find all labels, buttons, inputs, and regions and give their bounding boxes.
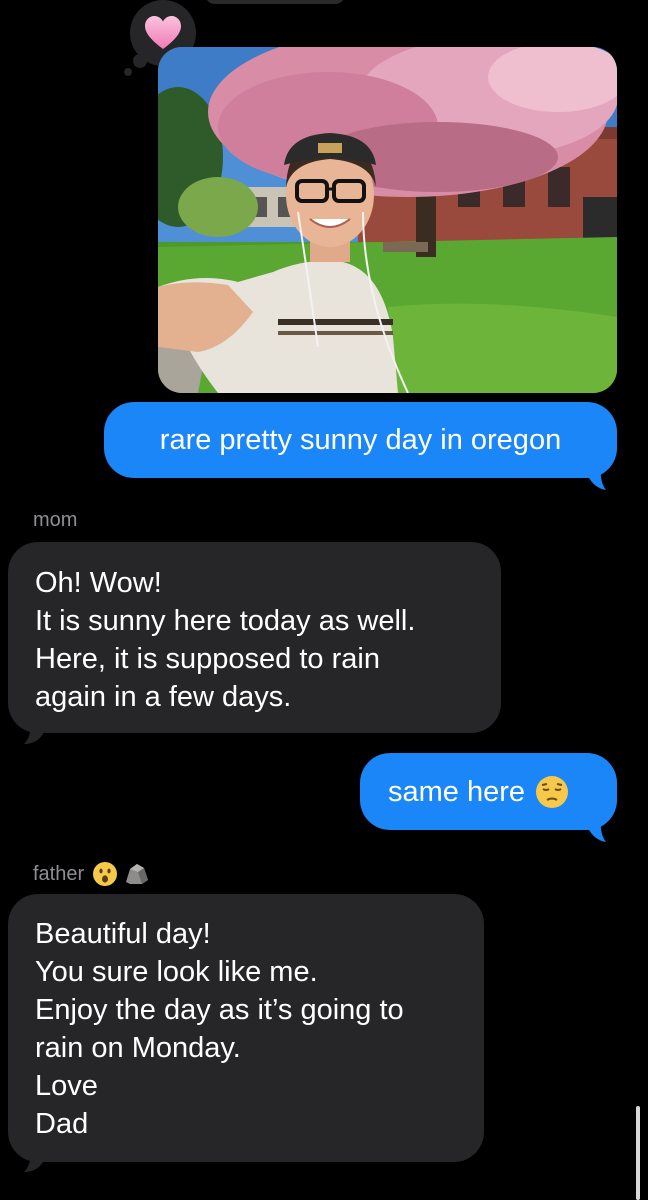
message-line: rain on Monday. <box>35 1032 241 1064</box>
sender-name: father <box>33 862 85 885</box>
sender-name-row: father <box>33 861 150 887</box>
message-line: You sure look like me. <box>35 956 318 988</box>
sender-name: mom <box>33 509 78 531</box>
incoming-message-bubble[interactable]: Oh! Wow! It is sunny here today as well.… <box>8 542 501 733</box>
tapback-tail-dot-small <box>124 68 132 76</box>
heart-icon <box>145 16 181 49</box>
outgoing-bubble-tail <box>588 458 606 490</box>
outgoing-bubble-tail <box>588 810 606 842</box>
incoming-bubble-tail <box>24 712 44 744</box>
previous-message-edge <box>205 0 345 4</box>
outgoing-message-bubble[interactable]: rare pretty sunny day in oregon <box>104 402 617 478</box>
message-line: Here, it is supposed to rain <box>35 643 380 675</box>
photo-attachment[interactable] <box>158 47 617 393</box>
message-line: Beautiful day! <box>35 918 211 950</box>
message-line: Dad <box>35 1108 89 1140</box>
message-line: Love <box>35 1070 98 1102</box>
incoming-message-bubble[interactable]: Beautiful day! You sure look like me. En… <box>8 894 484 1162</box>
message-line: again in a few days. <box>35 681 292 713</box>
message-line: Enjoy the day as it’s going to <box>35 994 404 1026</box>
message-text: rare pretty sunny day in oregon <box>159 424 562 456</box>
message-text: same here <box>388 775 526 808</box>
rock-icon <box>126 864 149 884</box>
incoming-bubble-tail <box>24 1140 44 1172</box>
scrollbar[interactable] <box>636 1106 640 1200</box>
outgoing-message-bubble[interactable]: same here <box>360 753 617 830</box>
pensive-face-icon <box>536 775 569 808</box>
selfie-photo <box>158 47 617 393</box>
hushed-face-icon <box>93 862 118 886</box>
message-line: Oh! Wow! <box>35 567 162 599</box>
message-line: It is sunny here today as well. <box>35 605 416 637</box>
